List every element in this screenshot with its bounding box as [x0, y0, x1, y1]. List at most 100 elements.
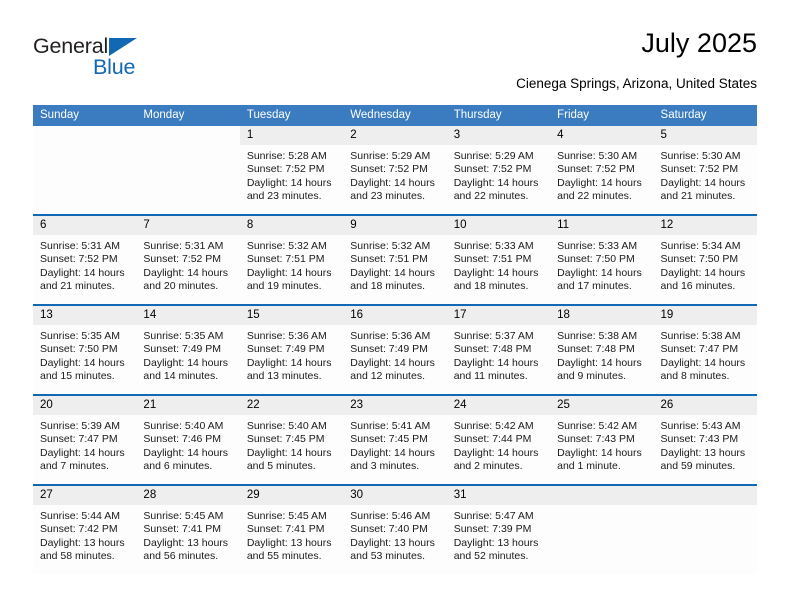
sunrise-text: Sunrise: 5:31 AM: [40, 240, 120, 252]
sunset-text: Sunset: 7:50 PM: [40, 343, 118, 356]
weekday-header-wednesday: Wednesday: [343, 105, 447, 126]
daylight-text-line2: and 8 minutes.: [660, 370, 730, 383]
daylight-text-line1: Daylight: 14 hours: [40, 266, 125, 279]
calendar-day-cell[interactable]: 23 Sunrise: 5:41 AM Sunset: 7:45 PM Dayligh…: [343, 394, 447, 485]
sunset-text: Sunset: 7:52 PM: [453, 163, 532, 176]
day-number: [653, 486, 757, 505]
calendar-day-cell[interactable]: 7 Sunrise: 5:31 AM Sunset: 7:52 PM Daylight…: [136, 214, 240, 305]
sunset-text: Sunset: 7:39 PM: [453, 523, 532, 536]
day-sun-info: Sunrise: 5:29 AM Sunset: 7:52 PM Daylight:…: [343, 145, 446, 204]
calendar-day-cell[interactable]: 13 Sunrise: 5:35 AM Sunset: 7:50 PM Dayligh…: [33, 304, 137, 395]
logo-triangle-icon: [109, 38, 137, 56]
calendar-day-cell[interactable]: 20 Sunrise: 5:39 AM Sunset: 7:47 PM Dayligh…: [33, 394, 137, 485]
daylight-text-line2: and 59 minutes.: [660, 460, 736, 473]
sunrise-text: Sunrise: 5:35 AM: [40, 330, 120, 342]
daylight-text-line1: Daylight: 13 hours: [246, 536, 332, 549]
day-sun-info: Sunrise: 5:32 AM Sunset: 7:51 PM Daylight:…: [343, 235, 446, 294]
calendar-day-cell[interactable]: 19 Sunrise: 5:38 AM Sunset: 7:47 PM Dayligh…: [653, 304, 757, 395]
calendar-day-cell[interactable]: 24 Sunrise: 5:42 AM Sunset: 7:44 PM Dayligh…: [446, 394, 551, 485]
sunrise-text: Sunrise: 5:43 AM: [660, 420, 741, 432]
calendar-day-cell[interactable]: 30 Sunrise: 5:46 AM Sunset: 7:40 PM Dayligh…: [343, 484, 447, 574]
sunrise-sunset-calendar: Sunday Monday Tuesday Wednesday Thursday…: [33, 105, 757, 574]
day-sun-info: Sunrise: 5:42 AM Sunset: 7:43 PM Daylight:…: [550, 415, 653, 474]
calendar-week-row: 27 Sunrise: 5:44 AM Sunset: 7:42 PM Dayligh…: [33, 484, 757, 574]
day-number: 22: [239, 396, 344, 415]
daylight-text-line2: and 23 minutes.: [246, 190, 322, 203]
calendar-cell-empty: [33, 126, 137, 215]
calendar-day-cell[interactable]: 18 Sunrise: 5:38 AM Sunset: 7:48 PM Dayligh…: [550, 304, 654, 395]
daylight-text-line1: Daylight: 14 hours: [350, 176, 435, 189]
calendar-day-cell[interactable]: [550, 484, 654, 574]
sunset-text: Sunset: 7:47 PM: [660, 343, 739, 356]
daylight-text-line2: and 21 minutes.: [40, 280, 115, 293]
daylight-text-line1: Daylight: 14 hours: [143, 446, 229, 459]
daylight-text-line2: and 7 minutes.: [40, 460, 109, 473]
daylight-text-line1: Daylight: 14 hours: [557, 446, 642, 459]
calendar-day-cell[interactable]: 16 Sunrise: 5:36 AM Sunset: 7:49 PM Dayligh…: [343, 304, 447, 395]
daylight-text-line2: and 22 minutes.: [453, 190, 529, 203]
calendar-day-cell[interactable]: 6 Sunrise: 5:31 AM Sunset: 7:52 PM Daylight…: [33, 214, 137, 305]
day-number: [136, 126, 239, 145]
day-sun-info: Sunrise: 5:34 AM Sunset: 7:50 PM Daylight:…: [654, 235, 757, 294]
general-blue-logo[interactable]: General Blue: [33, 34, 213, 90]
day-number: 6: [33, 216, 137, 235]
calendar-day-cell[interactable]: 4 Sunrise: 5:30 AM Sunset: 7:52 PM Daylight…: [550, 126, 654, 215]
calendar-day-cell[interactable]: 31 Sunrise: 5:47 AM Sunset: 7:39 PM Dayligh…: [446, 484, 551, 574]
day-number: 7: [136, 216, 240, 235]
calendar-day-cell[interactable]: 17 Sunrise: 5:37 AM Sunset: 7:48 PM Dayligh…: [446, 304, 551, 395]
calendar-day-cell[interactable]: 11 Sunrise: 5:33 AM Sunset: 7:50 PM Dayligh…: [550, 214, 654, 305]
calendar-cell-inner: 13 Sunrise: 5:35 AM Sunset: 7:50 PM Dayligh…: [33, 306, 137, 394]
daylight-text-line2: and 6 minutes.: [143, 460, 213, 473]
calendar-day-cell[interactable]: 14 Sunrise: 5:35 AM Sunset: 7:49 PM Dayligh…: [136, 304, 240, 395]
calendar-day-cell[interactable]: 27 Sunrise: 5:44 AM Sunset: 7:42 PM Dayligh…: [33, 484, 137, 574]
sunrise-text: Sunrise: 5:30 AM: [557, 150, 638, 162]
day-sun-info: Sunrise: 5:38 AM Sunset: 7:47 PM Daylight:…: [654, 325, 757, 384]
day-number: 10: [446, 216, 551, 235]
daylight-text-line1: Daylight: 14 hours: [350, 266, 435, 279]
calendar-day-cell[interactable]: 2 Sunrise: 5:29 AM Sunset: 7:52 PM Daylight…: [343, 126, 447, 215]
calendar-day-cell[interactable]: 26 Sunrise: 5:43 AM Sunset: 7:43 PM Dayligh…: [653, 394, 757, 485]
sunset-text: Sunset: 7:42 PM: [40, 523, 118, 536]
calendar-day-cell[interactable]: 8 Sunrise: 5:32 AM Sunset: 7:51 PM Daylight…: [239, 214, 344, 305]
calendar-cell-inner: 10 Sunrise: 5:33 AM Sunset: 7:51 PM Dayligh…: [446, 216, 551, 304]
calendar-day-cell[interactable]: 15 Sunrise: 5:36 AM Sunset: 7:49 PM Dayligh…: [239, 304, 344, 395]
day-number: 26: [653, 396, 757, 415]
calendar-day-cell[interactable]: 10 Sunrise: 5:33 AM Sunset: 7:51 PM Dayligh…: [446, 214, 551, 305]
calendar-day-cell[interactable]: 9 Sunrise: 5:32 AM Sunset: 7:51 PM Daylight…: [343, 214, 447, 305]
calendar-cell-inner: 8 Sunrise: 5:32 AM Sunset: 7:51 PM Daylight…: [239, 216, 344, 304]
weekday-header-friday: Friday: [550, 105, 654, 126]
daylight-text-line1: Daylight: 14 hours: [453, 356, 539, 369]
calendar-day-cell[interactable]: 21 Sunrise: 5:40 AM Sunset: 7:46 PM Dayligh…: [136, 394, 240, 485]
calendar-day-cell[interactable]: 25 Sunrise: 5:42 AM Sunset: 7:43 PM Dayligh…: [550, 394, 654, 485]
calendar-cell-inner: 26 Sunrise: 5:43 AM Sunset: 7:43 PM Dayligh…: [653, 396, 757, 484]
sunrise-text: Sunrise: 5:42 AM: [557, 420, 638, 432]
day-number: 13: [33, 306, 137, 325]
weekday-header-thursday: Thursday: [446, 105, 551, 126]
sunset-text: Sunset: 7:47 PM: [40, 433, 118, 446]
sunset-text: Sunset: 7:40 PM: [350, 523, 428, 536]
calendar-cell-inner: 18 Sunrise: 5:38 AM Sunset: 7:48 PM Dayligh…: [550, 306, 654, 394]
calendar-day-cell[interactable]: 28 Sunrise: 5:45 AM Sunset: 7:41 PM Dayligh…: [136, 484, 240, 574]
calendar-day-cell[interactable]: [653, 484, 757, 574]
calendar-day-cell[interactable]: 22 Sunrise: 5:40 AM Sunset: 7:45 PM Dayligh…: [239, 394, 344, 485]
daylight-text-line1: Daylight: 13 hours: [143, 536, 229, 549]
daylight-text-line2: and 16 minutes.: [660, 280, 736, 293]
calendar-cell-inner: 1 Sunrise: 5:28 AM Sunset: 7:52 PM Daylight…: [239, 126, 344, 214]
calendar-day-cell[interactable]: 3 Sunrise: 5:29 AM Sunset: 7:52 PM Daylight…: [446, 126, 551, 215]
calendar-cell-inner: 11 Sunrise: 5:33 AM Sunset: 7:50 PM Dayligh…: [550, 216, 654, 304]
day-sun-info: Sunrise: 5:46 AM Sunset: 7:40 PM Daylight:…: [343, 505, 446, 564]
daylight-text-line2: and 13 minutes.: [246, 370, 322, 383]
sunset-text: Sunset: 7:52 PM: [350, 163, 428, 176]
day-number: 16: [343, 306, 447, 325]
calendar-day-cell[interactable]: 1 Sunrise: 5:28 AM Sunset: 7:52 PM Daylight…: [239, 126, 344, 215]
calendar-cell-inner: 27 Sunrise: 5:44 AM Sunset: 7:42 PM Dayligh…: [33, 486, 137, 574]
day-number: 21: [136, 396, 240, 415]
sunrise-text: Sunrise: 5:40 AM: [246, 420, 327, 432]
calendar-day-cell[interactable]: 29 Sunrise: 5:45 AM Sunset: 7:41 PM Dayligh…: [239, 484, 344, 574]
sunset-text: Sunset: 7:49 PM: [246, 343, 325, 356]
calendar-cell-inner: 15 Sunrise: 5:36 AM Sunset: 7:49 PM Dayligh…: [239, 306, 344, 394]
calendar-day-cell[interactable]: 5 Sunrise: 5:30 AM Sunset: 7:52 PM Daylight…: [653, 126, 757, 215]
daylight-text-line2: and 23 minutes.: [350, 190, 425, 203]
calendar-cell-inner: [33, 126, 136, 214]
calendar-day-cell[interactable]: 12 Sunrise: 5:34 AM Sunset: 7:50 PM Dayligh…: [653, 214, 757, 305]
